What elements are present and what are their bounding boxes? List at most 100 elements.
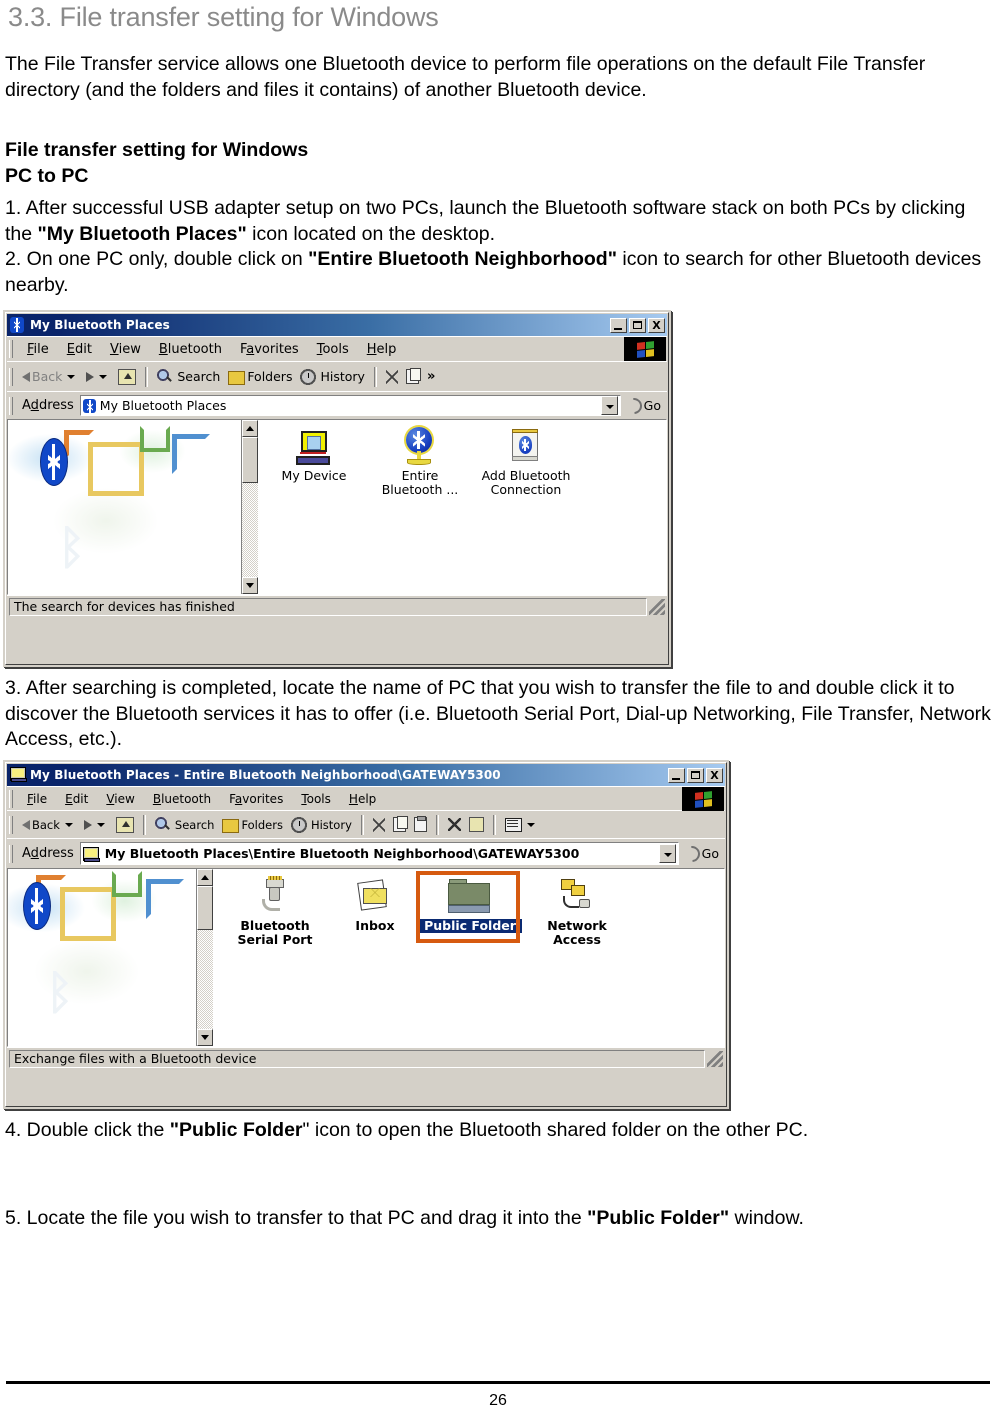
scroll-down-button[interactable] (242, 577, 258, 594)
paste-button[interactable] (410, 815, 431, 834)
cut-button[interactable] (382, 368, 402, 386)
forward-button[interactable] (82, 370, 114, 384)
undo-button[interactable] (465, 815, 488, 834)
resize-grip[interactable] (707, 1050, 723, 1067)
item-caption-line2: Serial Port (237, 932, 313, 947)
list-item-inbox[interactable]: Inbox (323, 875, 427, 933)
close-button[interactable]: X (706, 767, 723, 783)
menu-item-bluetooth[interactable]: Bluetooth (144, 790, 220, 808)
search-button[interactable]: Search (151, 815, 219, 835)
list-item-network-access[interactable]: Network Access (525, 875, 629, 947)
menu-item-edit[interactable]: Edit (56, 790, 97, 808)
undo-icon (468, 817, 484, 832)
chevron-overflow-icon[interactable]: » (423, 369, 439, 384)
history-label: History (310, 817, 352, 832)
toolbar-grip[interactable] (9, 815, 13, 834)
list-item-entire-bluetooth-neighborhood[interactable]: Entire Bluetooth ... (368, 425, 472, 497)
menu-item-favorites[interactable]: Favorites (220, 790, 292, 808)
maximize-button[interactable] (687, 767, 704, 783)
minimize-button[interactable] (610, 317, 627, 333)
item-caption: Inbox (355, 918, 395, 933)
scrollbar-thumb[interactable] (197, 886, 213, 930)
address-dropdown-button[interactable] (600, 396, 618, 415)
scroll-down-button[interactable] (197, 1029, 213, 1046)
menubar-grip[interactable] (9, 340, 13, 358)
window1-content: ᛒ My Device Entire Bluetooth ... Add Blu… (7, 419, 667, 595)
address-input[interactable]: My Bluetooth Places (79, 395, 621, 416)
window2-statusbar: Exchange files with a Bluetooth device (7, 1047, 725, 1069)
address-input[interactable]: My Bluetooth Places\Entire Bluetooth Nei… (79, 842, 679, 865)
forward-arrow-icon (86, 371, 95, 382)
history-button[interactable]: History (287, 815, 356, 835)
window1-vertical-scrollbar[interactable] (241, 420, 258, 594)
decor-yellow-square (60, 887, 116, 941)
chevron-down-icon[interactable] (526, 822, 535, 827)
window2-addressbar: Address My Bluetooth Places\Entire Bluet… (7, 838, 725, 868)
window1-titlebar[interactable]: My Bluetooth Places X (7, 314, 667, 336)
menu-item-help[interactable]: Help (358, 340, 406, 359)
menu-item-tools[interactable]: Tools (292, 790, 340, 808)
chevron-down-icon[interactable] (67, 374, 76, 379)
chevron-down-icon[interactable] (96, 822, 105, 827)
go-button[interactable]: Go (621, 394, 667, 417)
list-item-add-bluetooth-connection[interactable]: Add Bluetooth Connection (474, 425, 578, 497)
add-bluetooth-connection-icon (474, 425, 578, 465)
chevron-down-icon[interactable] (99, 374, 108, 379)
page-number: 26 (489, 1392, 507, 1409)
decor-green-square (140, 426, 170, 452)
window2-vertical-scrollbar[interactable] (196, 869, 213, 1046)
back-button[interactable]: Back (18, 367, 82, 386)
menu-item-file[interactable]: File (18, 340, 58, 359)
up-one-level-button[interactable] (114, 367, 140, 387)
scrollbar-thumb[interactable] (242, 437, 258, 483)
minimize-button[interactable] (668, 767, 685, 783)
list-item-bluetooth-serial-port[interactable]: Bluetooth Serial Port (223, 875, 327, 947)
scroll-up-button[interactable] (242, 420, 258, 437)
scrollbar-track[interactable] (242, 483, 258, 577)
maximize-button[interactable] (629, 317, 646, 333)
scrollbar-track[interactable] (197, 930, 213, 1029)
document-page: 3.3. File transfer setting for Windows T… (0, 0, 996, 1427)
menu-item-bluetooth[interactable]: Bluetooth (150, 340, 231, 359)
folders-button[interactable]: Folders (218, 815, 287, 835)
subheading-file-transfer-setting: File transfer setting for Windows (5, 139, 309, 161)
close-button[interactable]: X (648, 317, 665, 333)
copy-button[interactable] (389, 815, 410, 834)
back-button[interactable]: Back (18, 816, 80, 834)
resize-grip[interactable] (649, 598, 665, 615)
addressbar-grip[interactable] (9, 844, 13, 863)
views-icon (504, 817, 522, 832)
menubar-grip[interactable] (9, 789, 13, 808)
window1-caption-buttons: X (610, 317, 665, 333)
addressbar-grip[interactable] (9, 396, 13, 415)
cut-button[interactable] (369, 816, 389, 834)
toolbar-separator (145, 366, 149, 387)
menu-item-view[interactable]: View (97, 790, 143, 808)
views-button[interactable] (501, 816, 542, 834)
folders-button[interactable]: Folders (224, 367, 296, 387)
scroll-up-button[interactable] (197, 869, 213, 886)
history-button[interactable]: History (296, 367, 368, 387)
copy-button[interactable] (402, 367, 423, 386)
item-caption: Network (547, 918, 607, 933)
go-button[interactable]: Go (679, 842, 725, 865)
toolbar-grip[interactable] (9, 367, 13, 386)
menu-item-favorites[interactable]: Favorites (231, 340, 308, 359)
menu-item-edit[interactable]: Edit (58, 340, 101, 359)
list-item-my-device[interactable]: My Device (262, 425, 366, 483)
up-one-level-button[interactable] (112, 815, 138, 835)
menu-item-tools[interactable]: Tools (308, 340, 358, 359)
bluetooth-icon (82, 398, 96, 413)
address-dropdown-button[interactable] (658, 844, 676, 863)
window2-titlebar[interactable]: My Bluetooth Places - Entire Bluetooth N… (7, 764, 725, 786)
chevron-down-icon[interactable] (64, 822, 73, 827)
menu-item-view[interactable]: View (101, 340, 150, 359)
toolbar-separator (435, 814, 439, 835)
step2-emphasis: "Entire Bluetooth Neighborhood" (308, 248, 617, 270)
forward-button[interactable] (80, 818, 112, 832)
search-button[interactable]: Search (153, 367, 224, 387)
menu-item-help[interactable]: Help (340, 790, 385, 808)
menu-item-file[interactable]: File (18, 790, 56, 808)
up-folder-icon (115, 816, 134, 833)
delete-button[interactable] (444, 816, 465, 833)
